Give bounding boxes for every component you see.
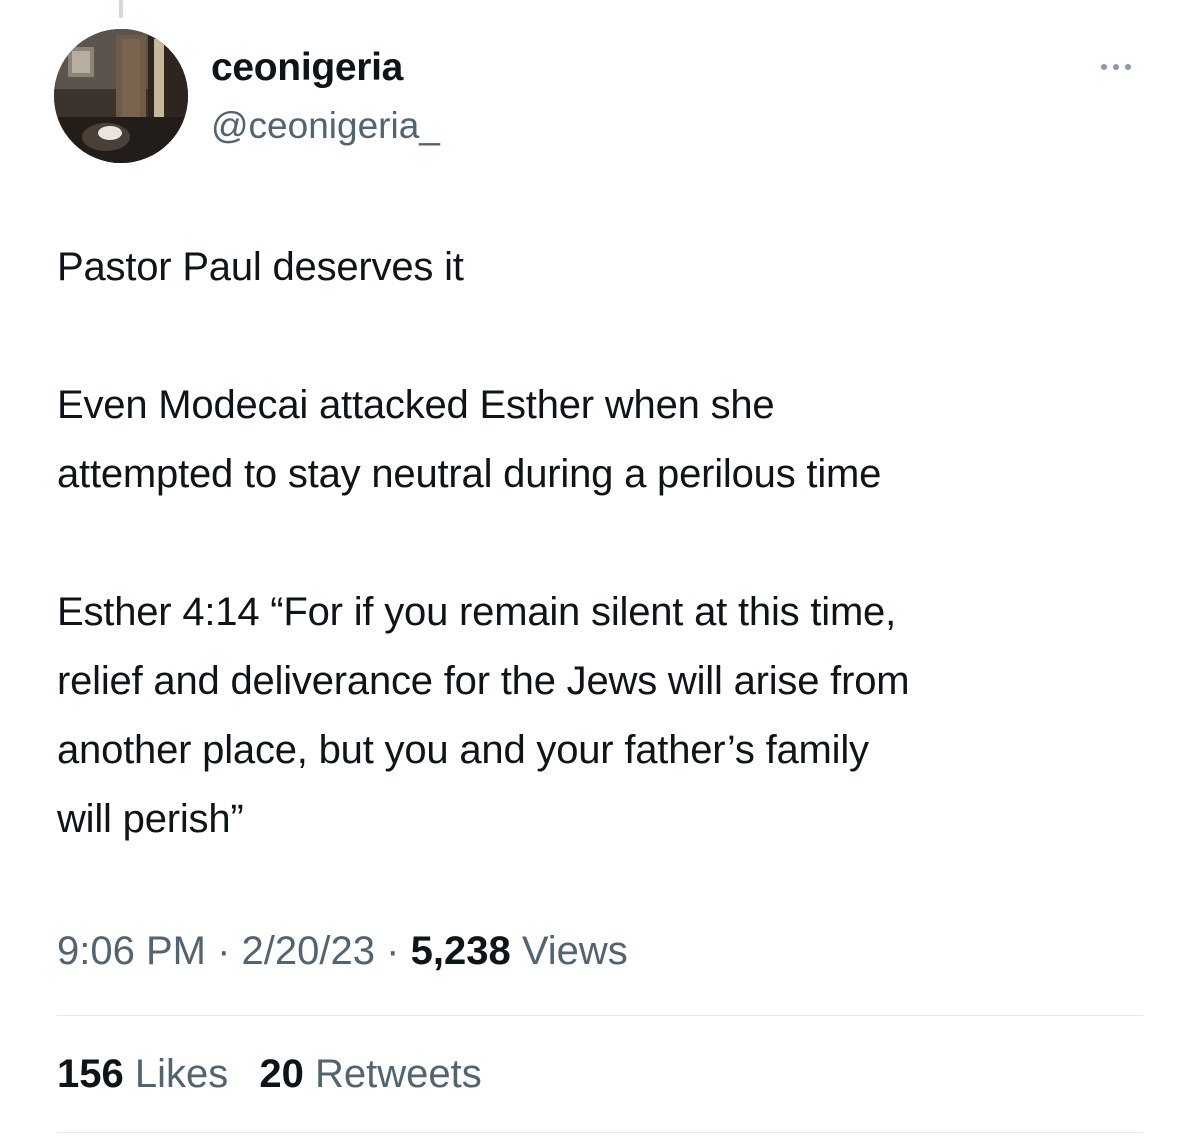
tweet-paragraph-2-line-1: Even Modecai attacked Esther when she [57, 383, 775, 427]
tweet-date[interactable]: 2/20/23 [242, 929, 375, 973]
more-options-button[interactable] [1092, 52, 1144, 82]
views-count: 5,238 [410, 929, 511, 973]
tweet-paragraph-3-line-3: another place, but you and your father’s… [57, 728, 869, 772]
tweet-time[interactable]: 9:06 PM [57, 929, 206, 973]
views-label: Views [521, 929, 628, 973]
tweet-paragraph-1: Pastor Paul deserves it [57, 245, 464, 289]
more-horizontal-icon [1101, 64, 1131, 70]
retweets-count: 20 [259, 1052, 304, 1096]
tweet-text: Pastor Paul deserves it Even Modecai att… [57, 233, 1167, 854]
tweet-meta: 9:06 PM · 2/20/23 · 5,238 Views [57, 925, 628, 977]
author-display-name[interactable]: ceonigeria [211, 44, 403, 92]
tweet-paragraph-3-line-4: will perish” [57, 797, 244, 841]
thread-connector-line [119, 0, 123, 18]
meta-separator: · [386, 929, 400, 973]
tweet-paragraph-3-line-1: Esther 4:14 “For if you remain silent at… [57, 590, 897, 634]
divider [57, 1015, 1143, 1016]
likes-label: Likes [134, 1052, 229, 1096]
paragraph-spacer [57, 509, 1167, 578]
engagement-stats: 156 Likes 20 Retweets [57, 1048, 482, 1100]
retweets-stat[interactable]: 20 Retweets [259, 1052, 481, 1096]
avatar[interactable] [54, 29, 188, 163]
meta-separator: · [217, 929, 231, 973]
paragraph-spacer [57, 302, 1167, 371]
likes-count: 156 [57, 1052, 124, 1096]
divider [57, 1132, 1143, 1133]
likes-stat[interactable]: 156 Likes [57, 1052, 228, 1096]
tweet-paragraph-3-line-2: relief and deliverance for the Jews will… [57, 659, 910, 703]
avatar-photo [54, 29, 188, 163]
tweet-paragraph-2-line-2: attempted to stay neutral during a peril… [57, 452, 882, 496]
author-handle[interactable]: @ceonigeria_ [211, 103, 440, 149]
retweets-label: Retweets [315, 1052, 482, 1096]
